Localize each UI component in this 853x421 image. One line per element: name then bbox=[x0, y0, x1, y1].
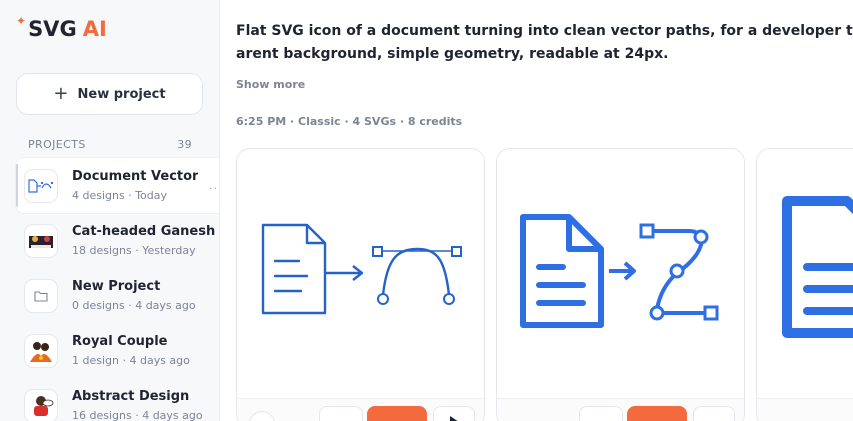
logo-accent: AI bbox=[82, 17, 107, 41]
svg-result-card[interactable] bbox=[496, 148, 745, 421]
card-footer bbox=[757, 398, 853, 421]
project-item-royal-couple[interactable]: Royal Couple 1 design · 4 days ago bbox=[16, 323, 219, 378]
project-meta: 0 designs · 4 days ago bbox=[72, 298, 196, 312]
copy-button[interactable] bbox=[319, 406, 363, 421]
plus-icon: + bbox=[53, 83, 69, 104]
logo-text: SVG AI bbox=[28, 14, 107, 44]
project-meta: 18 designs · Yesterday bbox=[72, 243, 196, 257]
app-window: ✦ SVG AI + New project PROJECTS 39 Docum… bbox=[0, 0, 853, 421]
svg-result-card[interactable] bbox=[236, 148, 485, 421]
logo-name: SVG bbox=[28, 17, 77, 41]
project-thumbnail bbox=[24, 278, 58, 313]
projects-count: 39 bbox=[177, 138, 192, 151]
abstract-artwork-icon bbox=[34, 395, 54, 416]
project-meta: 4 designs · Today bbox=[72, 188, 168, 202]
project-item-cat-headed-ganesh[interactable]: Cat-headed Ganesh 18 designs · Yesterday bbox=[16, 213, 219, 268]
document-vector-icon bbox=[28, 178, 53, 193]
project-text: New Project 0 designs · 4 days ago bbox=[72, 278, 196, 314]
more-options-icon[interactable]: ·· bbox=[209, 182, 218, 195]
project-name: New Project bbox=[72, 278, 161, 294]
new-project-label: New project bbox=[77, 86, 166, 102]
ganesh-artwork-icon bbox=[29, 235, 53, 248]
download-button[interactable] bbox=[367, 406, 427, 421]
project-text: Cat-headed Ganesh 18 designs · Yesterday bbox=[72, 223, 215, 259]
svg-result-card[interactable] bbox=[756, 148, 853, 421]
play-icon bbox=[450, 416, 459, 421]
play-button[interactable] bbox=[433, 406, 475, 421]
download-button[interactable] bbox=[627, 406, 687, 421]
project-thumbnail bbox=[24, 388, 58, 421]
projects-heading-row: PROJECTS 39 bbox=[28, 138, 192, 151]
more-button[interactable] bbox=[693, 406, 735, 421]
logo[interactable]: ✦ SVG AI bbox=[16, 14, 107, 44]
show-more-link[interactable]: Show more bbox=[236, 78, 305, 91]
royal-couple-artwork-icon bbox=[30, 341, 52, 362]
project-text: Document Vector 4 designs · Today bbox=[72, 168, 198, 204]
project-name: Cat-headed Ganesh bbox=[72, 223, 216, 239]
project-thumbnail bbox=[24, 223, 58, 258]
prompt-line-2: arent background, simple geometry, reada… bbox=[236, 46, 669, 62]
project-name: Abstract Design bbox=[72, 388, 190, 404]
filled-document-icon bbox=[782, 196, 853, 338]
project-name: Document Vector bbox=[72, 168, 199, 184]
prompt-text: Flat SVG icon of a document turning into… bbox=[236, 20, 853, 66]
project-item-document-vector[interactable]: Document Vector 4 designs · Today ·· bbox=[16, 158, 219, 213]
project-text: Abstract Design 16 designs · 4 days ago bbox=[72, 388, 203, 421]
sidebar: ✦ SVG AI + New project PROJECTS 39 Docum… bbox=[0, 0, 220, 421]
project-text: Royal Couple 1 design · 4 days ago bbox=[72, 333, 190, 369]
project-item-abstract-design[interactable]: Abstract Design 16 designs · 4 days ago bbox=[16, 378, 219, 421]
project-item-new-project[interactable]: New Project 0 designs · 4 days ago bbox=[16, 268, 219, 323]
copy-button[interactable] bbox=[579, 406, 623, 421]
outline-document-vector-icon bbox=[261, 223, 462, 315]
project-thumbnail bbox=[24, 333, 58, 368]
generation-meta: 6:25 PM · Classic · 4 SVGs · 8 credits bbox=[236, 115, 463, 128]
project-name: Royal Couple bbox=[72, 333, 168, 349]
new-project-button[interactable]: + New project bbox=[16, 73, 203, 115]
folder-icon bbox=[34, 290, 48, 302]
sparkle-icon: ✦ bbox=[16, 14, 27, 28]
project-meta: 1 design · 4 days ago bbox=[72, 353, 190, 367]
project-thumbnail bbox=[24, 168, 58, 203]
main-content: Flat SVG icon of a document turning into… bbox=[220, 0, 853, 421]
bold-document-vector-icon bbox=[520, 214, 719, 328]
project-list: Document Vector 4 designs · Today ·· Cat… bbox=[16, 158, 219, 421]
projects-heading: PROJECTS bbox=[28, 138, 86, 151]
results-grid bbox=[236, 148, 853, 421]
prompt-line-1: Flat SVG icon of a document turning into… bbox=[236, 23, 853, 39]
project-meta: 16 designs · 4 days ago bbox=[72, 408, 203, 421]
